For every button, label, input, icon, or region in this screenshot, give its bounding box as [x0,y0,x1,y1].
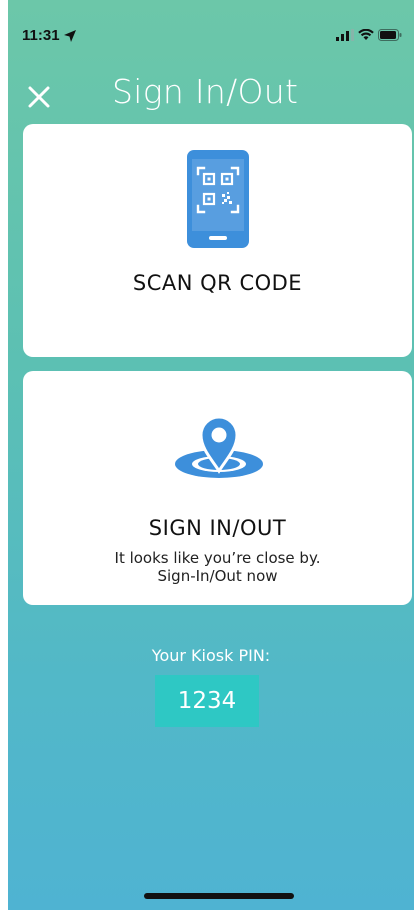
sign-in-out-title: SIGN IN/OUT [148,516,287,540]
kiosk-pin-label: Your Kiosk PIN: [151,646,271,665]
app-screen: 11:31 Sign In/Out SCAN QR CODE SIGN IN/O… [8,0,414,910]
close-button[interactable] [26,84,52,110]
home-indicator[interactable] [144,893,294,899]
wifi-icon [358,29,374,40]
header: Sign In/Out [8,68,414,118]
sign-in-out-card[interactable]: SIGN IN/OUT It looks like you’re close b… [23,371,412,605]
location-arrow-icon [63,29,76,42]
status-bar: 11:31 [8,0,414,50]
status-time-group: 11:31 [22,27,77,44]
scan-qr-title: SCAN QR CODE [132,271,303,295]
status-icons [336,29,402,41]
sign-in-out-subtitle-line1: It looks like you’re close by. [114,549,321,567]
kiosk-pin-value: 1234 [155,675,259,727]
map-pin-icon [175,415,263,478]
qr-phone-icon [187,150,249,248]
battery-icon [378,29,402,41]
close-icon [28,86,50,108]
status-time: 11:31 [22,27,60,44]
signal-icon [336,29,354,41]
scan-qr-card[interactable]: SCAN QR CODE [23,124,412,357]
sign-in-out-subtitle-line2: Sign-In/Out now [157,567,278,585]
page-title: Sign In/Out [112,72,299,111]
